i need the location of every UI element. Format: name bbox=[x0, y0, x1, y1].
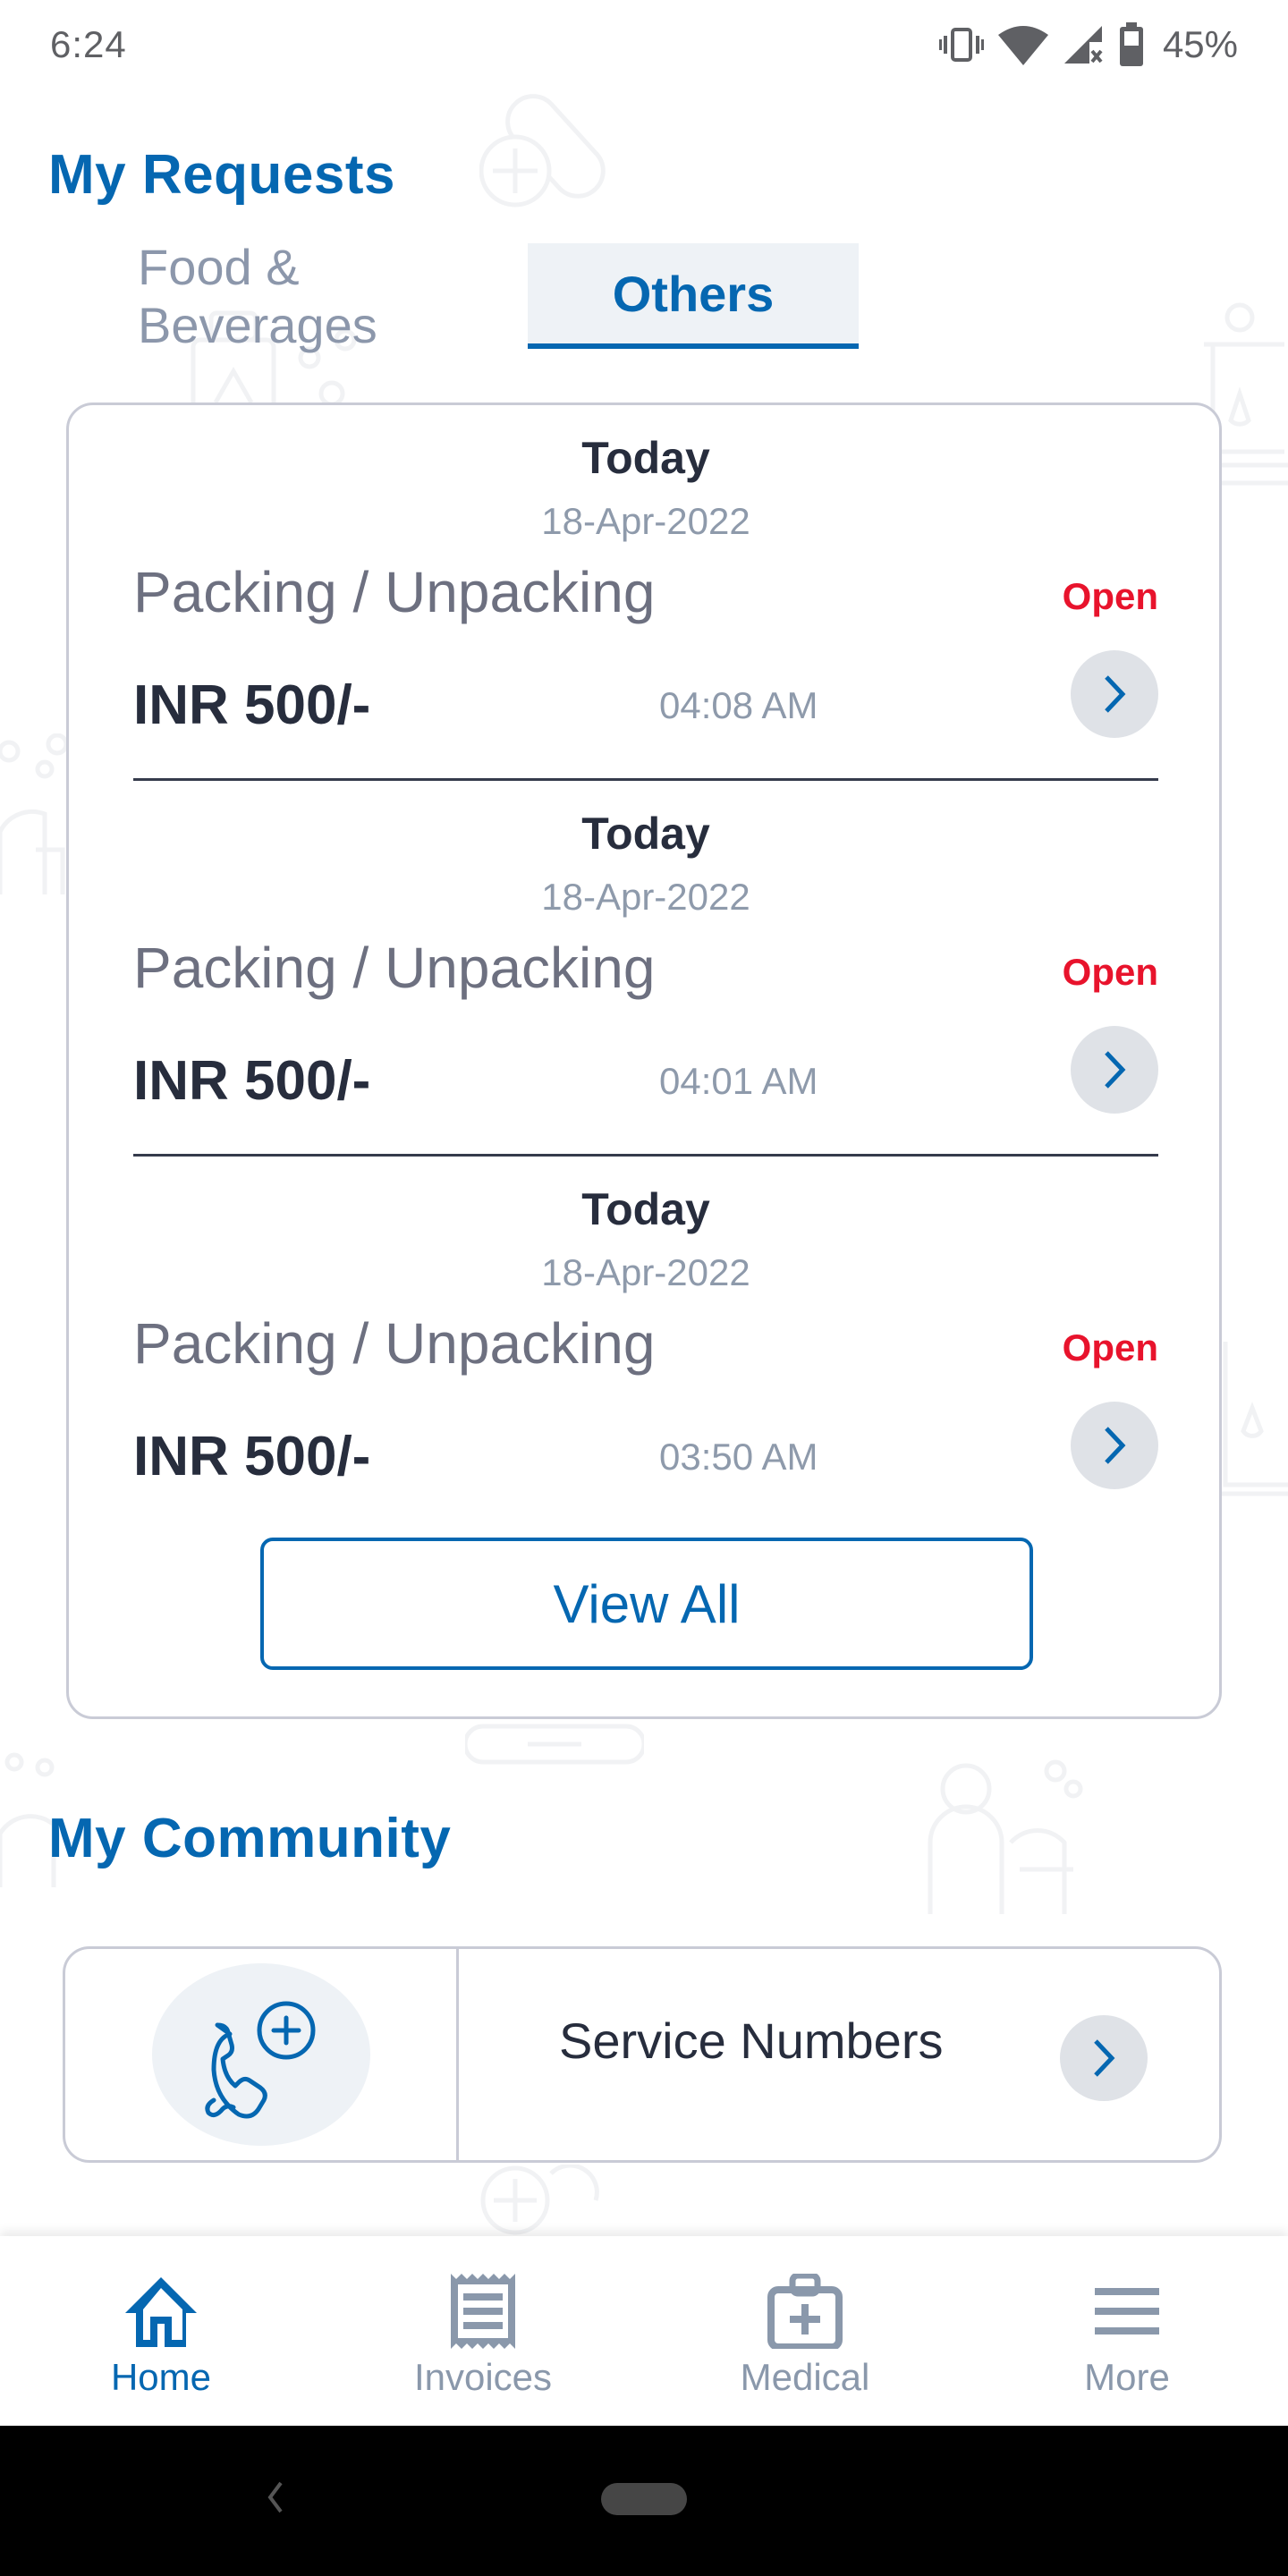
status-icons: 45% bbox=[938, 22, 1238, 67]
request-detail-button[interactable] bbox=[1071, 1402, 1158, 1489]
battery-icon bbox=[1118, 22, 1145, 67]
tab-food-beverages[interactable]: Food & Beverages bbox=[0, 239, 528, 353]
request-time: 04:01 AM bbox=[659, 1060, 818, 1102]
request-time: 03:50 AM bbox=[659, 1436, 818, 1478]
system-nav-bar bbox=[0, 2426, 1288, 2576]
status-badge: Open bbox=[1062, 1326, 1158, 1368]
request-service: Packing / Unpacking bbox=[133, 936, 656, 1000]
chevron-right-icon bbox=[1105, 675, 1126, 713]
medical-kit-icon bbox=[767, 2274, 843, 2349]
request-amount: INR 500/- bbox=[133, 1426, 371, 1487]
bg-lamp-icon-2 bbox=[1216, 1324, 1288, 1503]
nav-medical[interactable]: Medical bbox=[644, 2236, 966, 2426]
bottom-nav: Home Invoices Medical More bbox=[0, 2236, 1288, 2426]
status-badge: Open bbox=[1062, 951, 1158, 993]
battery-percent: 45% bbox=[1162, 23, 1238, 65]
status-time: 6:24 bbox=[50, 23, 127, 65]
nav-more[interactable]: More bbox=[966, 2236, 1288, 2426]
request-row[interactable]: Today 18-Apr-2022 Packing / Unpacking Op… bbox=[133, 781, 1158, 1157]
nav-invoices-label: Invoices bbox=[413, 2356, 553, 2398]
request-day: Today bbox=[581, 809, 710, 859]
request-amount: INR 500/- bbox=[133, 1050, 371, 1112]
service-numbers-label: Service Numbers bbox=[559, 2012, 944, 2069]
bg-pill-icon bbox=[479, 86, 614, 211]
request-date: 18-Apr-2022 bbox=[541, 876, 750, 918]
back-icon[interactable] bbox=[265, 2479, 286, 2520]
home-icon bbox=[125, 2277, 197, 2347]
request-date: 18-Apr-2022 bbox=[541, 1251, 750, 1293]
nav-home[interactable]: Home bbox=[0, 2236, 322, 2426]
request-row[interactable]: Today 18-Apr-2022 Packing / Unpacking Op… bbox=[133, 1157, 1158, 1532]
request-day: Today bbox=[581, 433, 710, 483]
menu-icon bbox=[1095, 2288, 1159, 2334]
vibrate-icon bbox=[938, 27, 984, 63]
tab-others[interactable]: Others bbox=[528, 243, 859, 349]
bg-person-icon bbox=[921, 1753, 1091, 1914]
nav-home-label: Home bbox=[110, 2356, 212, 2398]
request-detail-button[interactable] bbox=[1071, 650, 1158, 738]
request-amount: INR 500/- bbox=[133, 674, 371, 736]
service-numbers-icon-area bbox=[65, 1949, 459, 2160]
request-tabs: Food & Beverages Others bbox=[98, 239, 859, 353]
wifi-icon bbox=[997, 24, 1048, 65]
status-badge: Open bbox=[1062, 575, 1158, 617]
status-bar: 6:24 45% bbox=[0, 0, 1288, 89]
icon-circle bbox=[151, 1963, 370, 2146]
receipt-icon bbox=[451, 2274, 515, 2349]
phone-medical-icon bbox=[204, 2001, 315, 2119]
request-time: 04:08 AM bbox=[659, 684, 818, 726]
service-numbers-chevron-button[interactable] bbox=[1060, 2015, 1148, 2101]
nav-invoices[interactable]: Invoices bbox=[322, 2236, 644, 2426]
chevron-right-icon bbox=[1094, 2039, 1115, 2077]
service-numbers-card[interactable]: Service Numbers bbox=[63, 1946, 1222, 2163]
nav-medical-label: Medical bbox=[740, 2356, 870, 2398]
chevron-right-icon bbox=[1105, 1427, 1126, 1464]
request-row[interactable]: Today 18-Apr-2022 Packing / Unpacking Op… bbox=[133, 405, 1158, 781]
bg-tray-icon bbox=[465, 1717, 644, 1771]
request-service: Packing / Unpacking bbox=[133, 560, 656, 624]
cellular-no-signal-icon bbox=[1063, 24, 1104, 65]
my-community-title: My Community bbox=[48, 1808, 452, 1869]
bg-spa-icon bbox=[0, 733, 68, 903]
request-date: 18-Apr-2022 bbox=[541, 500, 750, 542]
request-service: Packing / Unpacking bbox=[133, 1311, 656, 1376]
requests-card: Today 18-Apr-2022 Packing / Unpacking Op… bbox=[66, 402, 1222, 1719]
home-pill-button[interactable] bbox=[601, 2483, 687, 2515]
view-all-button[interactable]: View All bbox=[260, 1538, 1033, 1670]
my-requests-title: My Requests bbox=[48, 144, 395, 206]
bg-pill-icon-2 bbox=[479, 2165, 614, 2236]
request-detail-button[interactable] bbox=[1071, 1026, 1158, 1114]
request-day: Today bbox=[581, 1184, 710, 1234]
nav-more-label: More bbox=[1084, 2356, 1170, 2398]
chevron-right-icon bbox=[1105, 1051, 1126, 1089]
